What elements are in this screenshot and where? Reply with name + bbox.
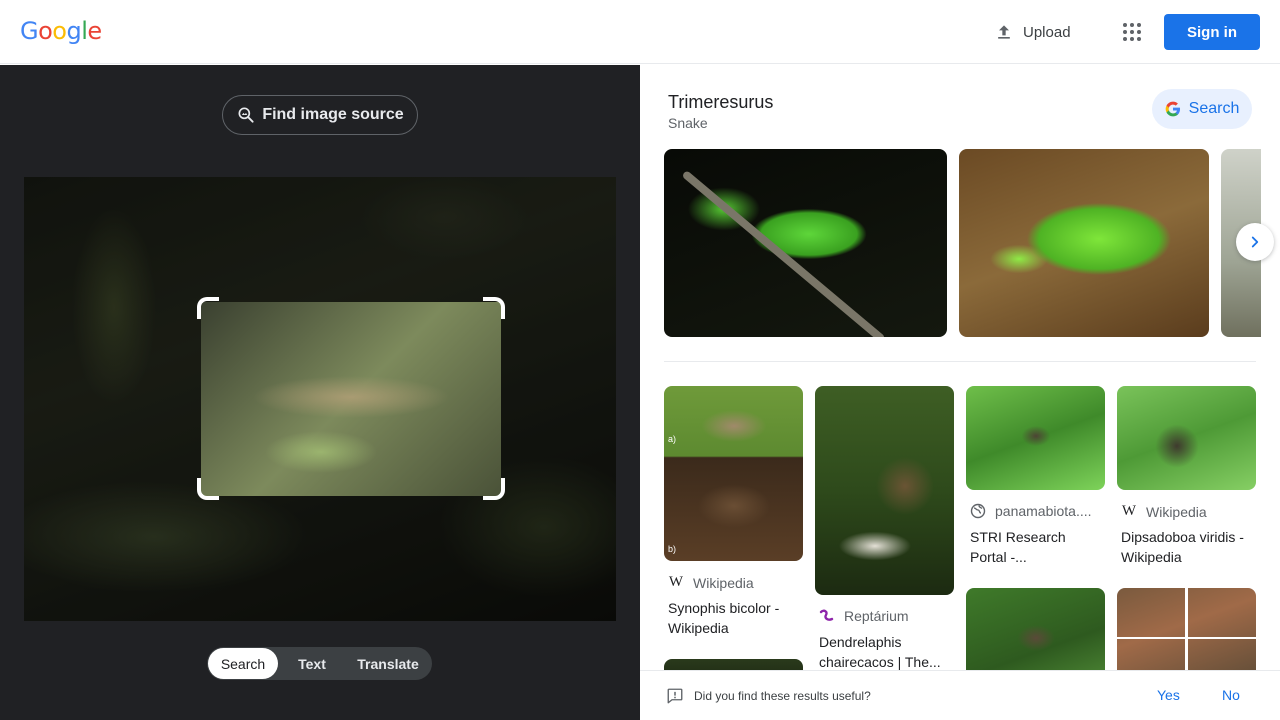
logo-letter: o: [38, 17, 53, 45]
result-title[interactable]: STRI Research Portal -...: [970, 527, 1104, 567]
crop-handle-bottom-right[interactable]: [483, 478, 505, 500]
entity-search-label: Search: [1188, 100, 1240, 117]
feedback-yes-button[interactable]: Yes: [1157, 687, 1180, 703]
result-source: Reptárium: [819, 608, 909, 624]
thumbnail-label: a): [668, 434, 677, 444]
top-bar: Google Upload Sign in: [0, 0, 1280, 64]
entity-image[interactable]: [664, 149, 947, 337]
logo-letter: g: [66, 17, 82, 45]
google-logo[interactable]: Google: [20, 17, 102, 45]
upload-button[interactable]: Upload: [984, 14, 1081, 50]
result-title[interactable]: Dendrelaphis chairecacos | The...: [819, 632, 953, 672]
feedback-question: Did you find these results useful?: [694, 689, 871, 703]
selected-crop-region[interactable]: [201, 302, 501, 496]
sign-in-button[interactable]: Sign in: [1164, 14, 1260, 50]
query-image[interactable]: [24, 177, 616, 621]
result-thumbnail[interactable]: [1117, 386, 1256, 490]
wikipedia-icon: W: [668, 574, 684, 590]
feedback-bar: Did you find these results useful? Yes N…: [640, 670, 1280, 720]
globe-icon: [970, 503, 986, 519]
logo-letter: e: [87, 17, 102, 45]
results-panel: Trimeresurus Snake Search a) b) W Wikipe…: [640, 65, 1280, 720]
result-source: W Wikipedia: [1121, 503, 1207, 520]
crop-handle-top-left[interactable]: [197, 297, 219, 319]
upload-icon: [998, 25, 1010, 39]
image-search-icon: [238, 107, 254, 123]
result-title[interactable]: Synophis bicolor - Wikipedia: [668, 598, 802, 638]
result-thumbnail[interactable]: [815, 386, 954, 595]
lens-image-panel: Find image source Search Text Translate: [0, 65, 640, 720]
feedback-icon: [667, 688, 683, 704]
entity-image[interactable]: [959, 149, 1209, 337]
find-image-source-label: Find image source: [262, 106, 404, 123]
image-detail: [681, 169, 886, 337]
apps-grid-icon: [1123, 23, 1141, 41]
result-thumbnail[interactable]: a) b): [664, 386, 803, 561]
lens-mode-switcher: Search Text Translate: [207, 647, 432, 680]
result-source: panamabiota....: [970, 503, 1092, 519]
crop-handle-top-right[interactable]: [483, 297, 505, 319]
google-g-icon: [1165, 101, 1180, 117]
result-source-name: Wikipedia: [1146, 503, 1207, 520]
mode-translate-tab[interactable]: Translate: [346, 648, 430, 679]
mode-text-tab[interactable]: Text: [278, 648, 346, 679]
mode-search-tab[interactable]: Search: [208, 648, 278, 679]
upload-label: Upload: [1023, 23, 1071, 41]
logo-letter: o: [52, 17, 67, 45]
apps-button[interactable]: [1114, 14, 1150, 50]
entity-subtitle: Snake: [668, 115, 708, 131]
carousel-next-button[interactable]: [1236, 223, 1274, 261]
result-source-name: panamabiota....: [995, 503, 1092, 519]
thumbnail-label: b): [668, 544, 677, 554]
result-source-name: Reptárium: [844, 608, 909, 624]
entity-title[interactable]: Trimeresurus: [668, 92, 773, 113]
reptarium-icon: [819, 609, 834, 621]
result-thumbnail[interactable]: [966, 386, 1105, 490]
logo-letter: G: [20, 17, 39, 45]
chevron-right-icon: [1251, 236, 1259, 248]
crop-handle-bottom-left[interactable]: [197, 478, 219, 500]
result-source-name: Wikipedia: [693, 574, 754, 591]
find-image-source-button[interactable]: Find image source: [222, 95, 418, 135]
entity-search-button[interactable]: Search: [1152, 89, 1252, 129]
wikipedia-icon: W: [1121, 503, 1137, 519]
result-source: W Wikipedia: [668, 574, 754, 591]
result-title[interactable]: Dipsadoboa viridis - Wikipedia: [1121, 527, 1255, 567]
feedback-no-button[interactable]: No: [1222, 687, 1240, 703]
divider: [664, 361, 1256, 362]
